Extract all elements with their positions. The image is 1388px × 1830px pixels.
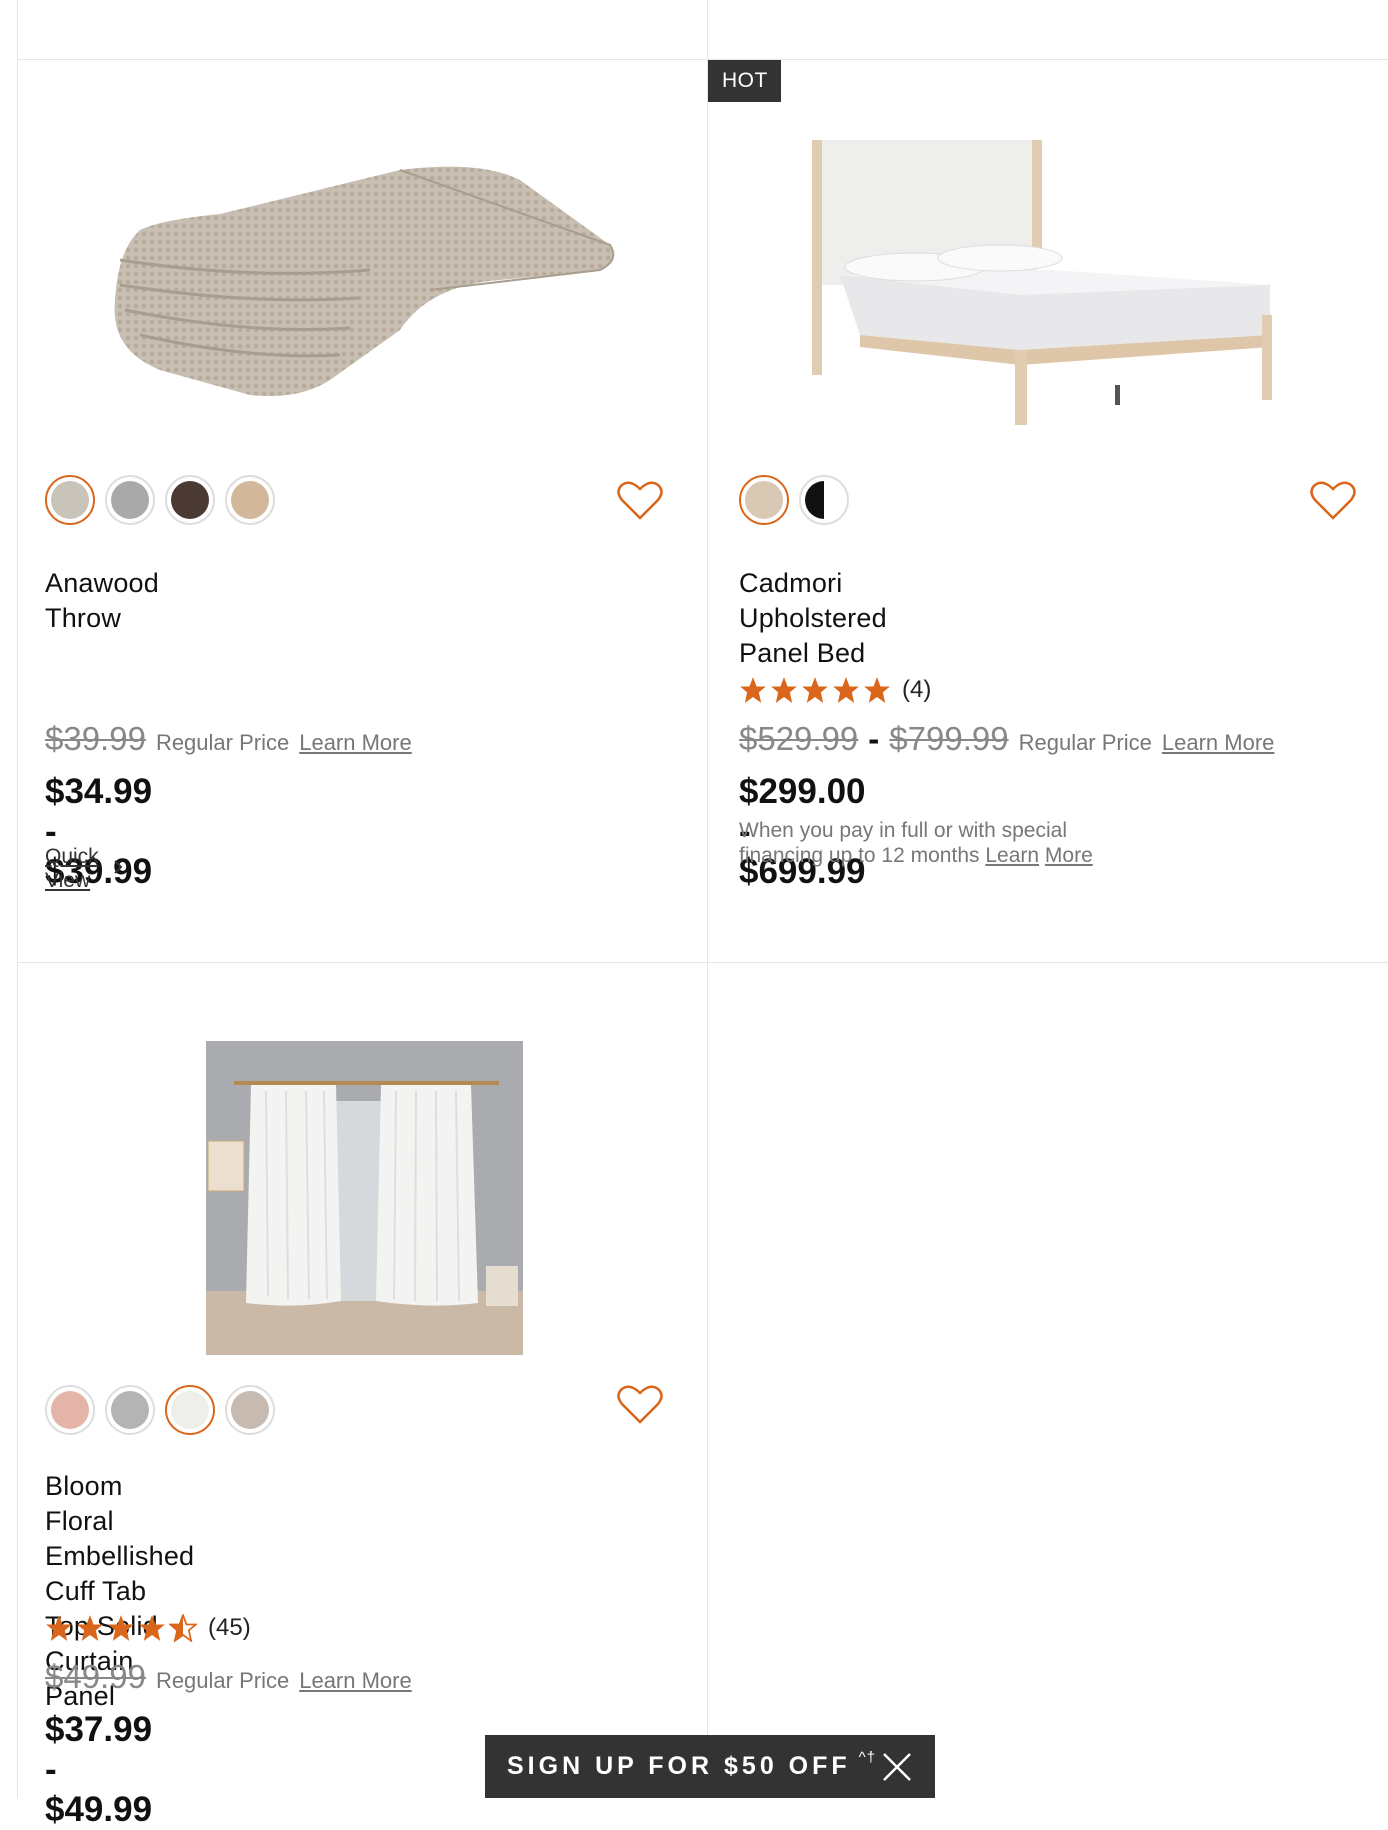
star-icon [108,1615,134,1641]
quick-view-label: Quick View [45,845,99,892]
color-swatch[interactable] [165,1385,215,1435]
original-price: $799.99 [889,720,1009,757]
sale-price: $37.99 - $49.99 [45,1710,153,1829]
regular-price-label: Regular Price [155,1668,290,1693]
grid-divider [17,59,1388,60]
color-swatch[interactable] [225,1385,275,1435]
regular-price-row: $49.99 Regular Price Learn More [45,1658,412,1696]
learn-more-link[interactable]: Learn More [299,1668,412,1694]
heart-icon[interactable] [617,1384,663,1424]
star-rating[interactable]: (4) [739,676,931,704]
price-separator: - [868,720,880,757]
star-icon [139,1615,165,1641]
color-swatch[interactable] [165,475,215,525]
product-title[interactable]: Anawood Throw [45,566,159,636]
signup-label: SIGN UP FOR $50 OFF [507,1752,851,1780]
color-swatch[interactable] [105,1385,155,1435]
heart-icon[interactable] [617,480,663,520]
color-swatch[interactable] [799,475,849,525]
original-price: $39.99 [45,720,146,757]
learn-more-link[interactable]: Learn More [299,730,412,756]
color-swatch[interactable] [45,475,95,525]
signup-disclaimer-mark: ^† [858,1749,877,1766]
star-icon [46,1615,72,1641]
color-swatches [45,1385,275,1435]
color-swatch[interactable] [105,475,155,525]
color-swatch[interactable] [739,475,789,525]
learn-more-link[interactable]: Learn More [1162,730,1275,756]
star-icon [740,677,766,703]
color-swatch[interactable] [45,1385,95,1435]
learn-more-link[interactable]: More [1045,844,1093,867]
star-icon [864,677,890,703]
regular-price-label: Regular Price [155,730,290,755]
hot-buy-badge: HOT BUY [708,60,782,134]
grid-divider [17,0,18,1798]
half-star-icon [169,1614,197,1642]
color-swatch[interactable] [225,475,275,525]
financing-note: When you pay in full or with special fin… [739,818,1099,868]
grid-divider [17,962,1388,963]
regular-price-row: $529.99 - $799.99 Regular Price Learn Mo… [739,720,1274,758]
grid-divider [707,0,708,1798]
learn-more-link[interactable]: Learn [985,844,1039,867]
star-rating[interactable]: (45) [45,1614,251,1642]
star-icon [833,677,859,703]
product-title[interactable]: Cadmori Upholstered Panel Bed [739,566,887,671]
chevron-right-icon [113,858,123,881]
star-icon [802,677,828,703]
heart-icon[interactable] [1310,480,1356,520]
regular-price-row: $39.99 Regular Price Learn More [45,720,412,758]
rating-count: (4) [902,676,932,703]
close-icon[interactable] [881,1751,913,1783]
signup-banner[interactable]: SIGN UP FOR $50 OFF ^† [485,1735,935,1798]
product-image-bed[interactable] [800,135,1300,435]
original-price: $49.99 [45,1658,146,1695]
color-swatches [739,475,849,525]
product-image-curtain[interactable] [206,1041,523,1355]
star-icon [771,677,797,703]
product-image-throw[interactable] [100,150,620,410]
regular-price-label: Regular Price [1018,730,1152,755]
rating-count: (45) [208,1614,251,1641]
original-price: $529.99 [739,720,859,757]
color-swatches [45,475,275,525]
star-icon [77,1615,103,1641]
quick-view-link[interactable]: Quick View [45,845,123,893]
